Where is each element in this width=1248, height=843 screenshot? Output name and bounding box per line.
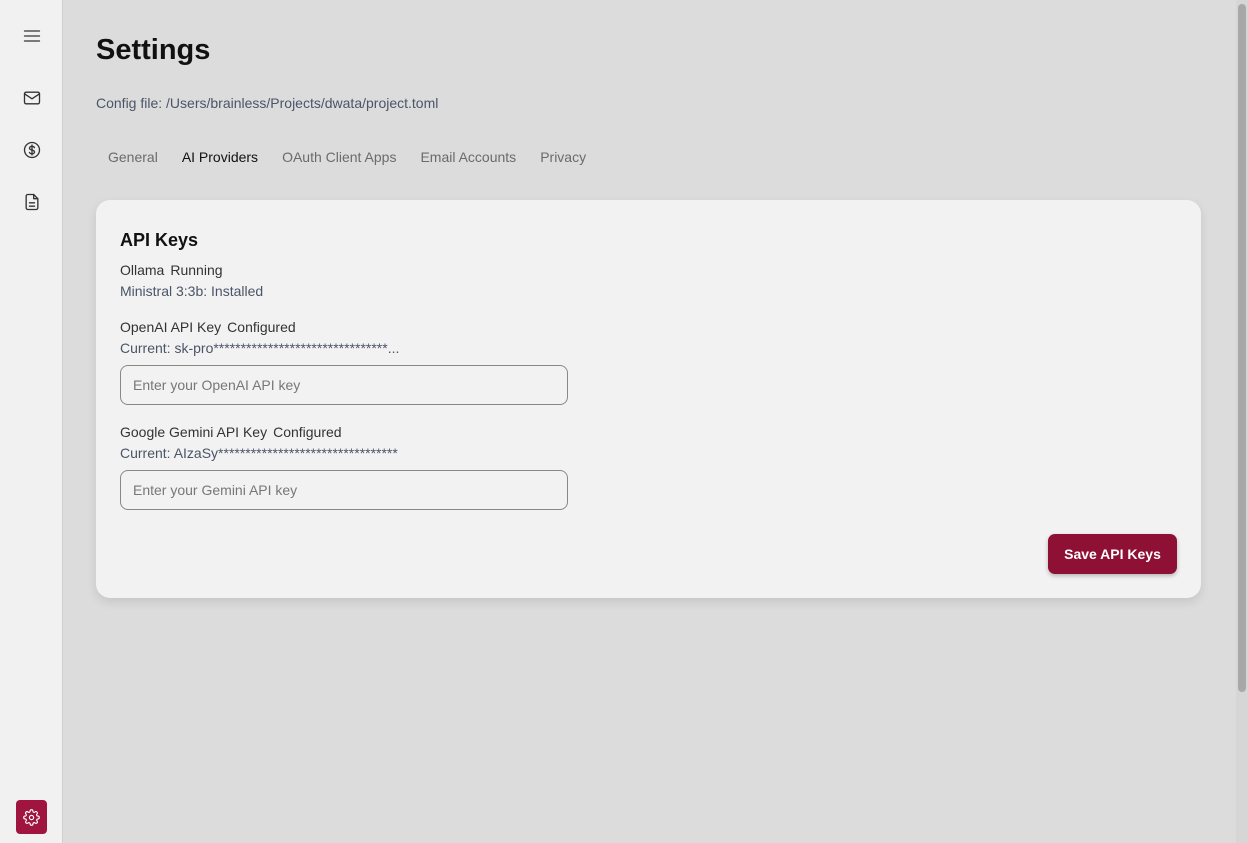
gear-icon [23,808,40,826]
gemini-label-row: Google Gemini API Key Configured [120,424,342,440]
sidebar-item-finance[interactable] [16,134,48,166]
openai-status-badge: Configured [227,319,296,335]
sidebar [0,0,63,843]
ollama-model-status: Ministral 3:3b: Installed [120,283,264,299]
settings-tabs: General AI Providers OAuth Client Apps E… [108,149,586,165]
main-content: Settings Config file: /Users/brainless/P… [64,0,1236,843]
ollama-status-badge: Running [170,262,223,278]
ollama-label: Ollama [120,262,165,278]
tab-privacy[interactable]: Privacy [540,149,586,165]
tab-ai-providers[interactable]: AI Providers [182,149,258,165]
gemini-current-key: Current: AIzaSy*************************… [120,445,398,461]
sidebar-item-documents[interactable] [16,186,48,218]
tab-email-accounts[interactable]: Email Accounts [420,149,516,165]
sidebar-item-mail[interactable] [16,82,48,114]
scrollbar-thumb[interactable] [1238,4,1246,692]
openai-label-row: OpenAI API Key Configured [120,319,296,335]
gemini-status-badge: Configured [273,424,342,440]
scrollbar[interactable] [1236,0,1248,843]
openai-current-key: Current: sk-pro*************************… [120,340,400,356]
menu-button[interactable] [16,20,48,52]
tab-general[interactable]: General [108,149,158,165]
menu-icon [23,30,41,42]
settings-button[interactable] [16,800,47,834]
openai-label: OpenAI API Key [120,319,222,335]
openai-api-key-input[interactable] [120,365,568,405]
tab-oauth-client-apps[interactable]: OAuth Client Apps [282,149,396,165]
mail-icon [23,91,41,105]
save-api-keys-button[interactable]: Save API Keys [1048,534,1177,574]
gemini-label: Google Gemini API Key [120,424,268,440]
ollama-label-row: Ollama Running [120,262,223,278]
card-title: API Keys [120,230,199,250]
document-icon [25,193,39,211]
config-file-path: Config file: /Users/brainless/Projects/d… [96,95,439,111]
api-keys-card: API Keys Ollama Running Ministral 3:3b: I… [96,200,1201,598]
dollar-icon [23,141,41,159]
gemini-api-key-input[interactable] [120,470,568,510]
page-title: Settings [96,34,211,66]
